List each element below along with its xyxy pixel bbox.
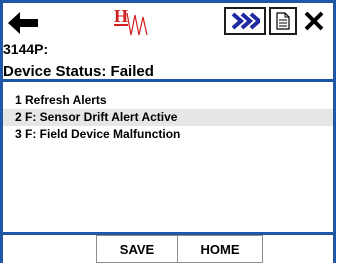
menu-list: 1 Refresh Alerts 2 F: Sensor Drift Alert… xyxy=(3,82,333,232)
header: H 3144P: Device Status: Failed xyxy=(3,3,333,80)
list-item-label: 1 Refresh Alerts xyxy=(15,93,107,107)
home-button[interactable]: HOME xyxy=(177,235,263,263)
device-frame: H 3144P: Device Status: Failed 1 Refresh… xyxy=(0,0,336,263)
list-item[interactable]: 1 Refresh Alerts xyxy=(3,92,333,109)
list-item[interactable]: 3 F: Field Device Malfunction xyxy=(3,126,333,143)
hart-logo: H xyxy=(113,5,151,37)
document-icon xyxy=(276,12,290,30)
svg-text:H: H xyxy=(114,6,128,26)
footer: SAVE HOME xyxy=(3,235,333,263)
toolbar: H xyxy=(3,3,333,41)
list-item-label: 3 F: Field Device Malfunction xyxy=(15,127,181,141)
next-button[interactable] xyxy=(224,7,266,35)
document-button[interactable] xyxy=(269,7,297,35)
arrow-left-icon xyxy=(8,12,38,34)
device-status: Device Status: Failed xyxy=(3,63,154,80)
list-item[interactable]: 2 F: Sensor Drift Alert Active xyxy=(3,109,333,126)
close-button[interactable] xyxy=(300,7,328,35)
close-icon xyxy=(304,11,324,31)
device-id: 3144P: xyxy=(3,41,49,57)
list-item-label: 2 F: Sensor Drift Alert Active xyxy=(15,110,178,124)
fast-forward-icon xyxy=(231,12,260,30)
save-button[interactable]: SAVE xyxy=(96,235,178,263)
back-button[interactable] xyxy=(8,12,40,34)
